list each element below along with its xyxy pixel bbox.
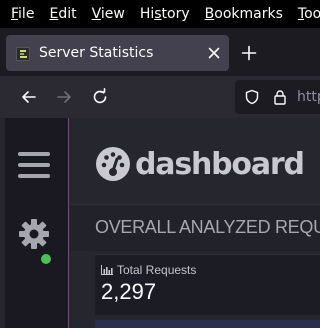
dashboard-logo: dashboard [95, 144, 305, 184]
close-icon[interactable] [206, 45, 222, 61]
reload-icon[interactable] [91, 88, 109, 106]
menu-file-accel: F [11, 6, 19, 22]
dashboard-main: dashboard OVERALL ANALYZED REQUE Total R… [70, 118, 320, 328]
menu-edit-label: dit [58, 6, 77, 22]
new-tab-plus-icon[interactable] [241, 45, 257, 61]
online-status-indicator [41, 254, 51, 264]
total-requests-value: 2,297 [101, 279, 157, 304]
url-text: http [297, 89, 320, 105]
sidebar [5, 118, 69, 328]
menu-history-accel: s [154, 6, 162, 22]
logo-text: dashboard [135, 146, 305, 182]
menu-view-accel: V [91, 6, 101, 22]
menu-edit[interactable]: Edit [38, 0, 80, 28]
menu-view-label: iew [100, 6, 125, 22]
menu-file[interactable]: File [0, 0, 38, 28]
menu-view[interactable]: View [81, 0, 129, 28]
url-bar[interactable]: http [235, 80, 320, 114]
menu-history-pre: Hi [139, 6, 155, 22]
speedometer-icon [96, 147, 130, 181]
menu-bookmarks-label: ookmarks [214, 6, 283, 22]
menu-history[interactable]: History [129, 0, 194, 28]
terminal-icon [16, 47, 30, 61]
section-title: OVERALL ANALYZED REQUE [95, 217, 320, 237]
card-label: Total Requests [101, 263, 196, 277]
tab-strip: Server Statistics [0, 28, 320, 76]
shield-icon[interactable] [244, 89, 260, 105]
nav-toolbar: http [0, 76, 320, 118]
card-label-text: Total Requests [117, 263, 197, 277]
hamburger-menu-icon[interactable] [18, 152, 50, 178]
menu-tools[interactable]: Tools [287, 0, 320, 28]
menu-bookmarks[interactable]: Bookmarks [194, 0, 287, 28]
menu-history-label: tory [161, 6, 190, 22]
menu-file-label: ile [18, 6, 35, 22]
page-content: dashboard OVERALL ANALYZED REQUE Total R… [0, 118, 320, 328]
lock-icon[interactable] [272, 89, 288, 105]
section-header: OVERALL ANALYZED REQUE [70, 204, 320, 251]
menu-bookmarks-accel: B [204, 6, 215, 22]
tab-server-statistics[interactable]: Server Statistics [6, 35, 229, 71]
menu-edit-accel: E [49, 6, 59, 22]
back-arrow-icon[interactable] [20, 88, 38, 106]
menu-tools-label: ools [304, 6, 320, 22]
gear-icon[interactable] [18, 218, 50, 250]
tab-title: Server Statistics [39, 45, 154, 61]
next-card-edge [95, 320, 320, 328]
menu-bar: File Edit View History Bookmarks Tools H [0, 0, 320, 28]
total-requests-card: Total Requests 2,297 [95, 254, 320, 315]
bar-chart-icon [101, 265, 113, 275]
browser-window: File Edit View History Bookmarks Tools H… [0, 0, 320, 328]
forward-arrow-icon[interactable] [55, 88, 73, 106]
